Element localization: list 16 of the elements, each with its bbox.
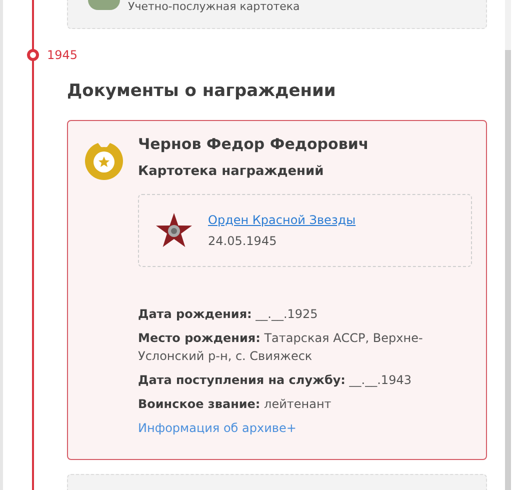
- document-type: Картотека награждений: [138, 163, 325, 181]
- section-title: Документы о награждении: [67, 80, 337, 103]
- info-field: Дата поступления на службу: __.__.1943: [138, 371, 466, 389]
- star-medal-icon: [155, 212, 193, 250]
- avatar-icon: [88, 0, 120, 10]
- info-field: Дата рождения: __.__.1925: [138, 305, 466, 323]
- award-date: 24.05.1945: [208, 233, 278, 250]
- timeline-year: 1945: [47, 47, 78, 64]
- scrollbar[interactable]: [505, 0, 511, 490]
- archive-link[interactable]: Информация об архиве+: [138, 419, 472, 437]
- info-field: Место рождения: Татарская АССР, Верхне-Услонский р-н, с. Свияжеск: [138, 329, 466, 365]
- info-field: Воинское звание: лейтенант: [138, 395, 466, 413]
- person-name: Чернов Федор Федорович: [138, 134, 370, 155]
- card-title: Учетно-послужная картотека: [128, 0, 300, 14]
- award-link[interactable]: Орден Красной Звезды: [208, 211, 356, 229]
- medal-icon: [84, 141, 124, 181]
